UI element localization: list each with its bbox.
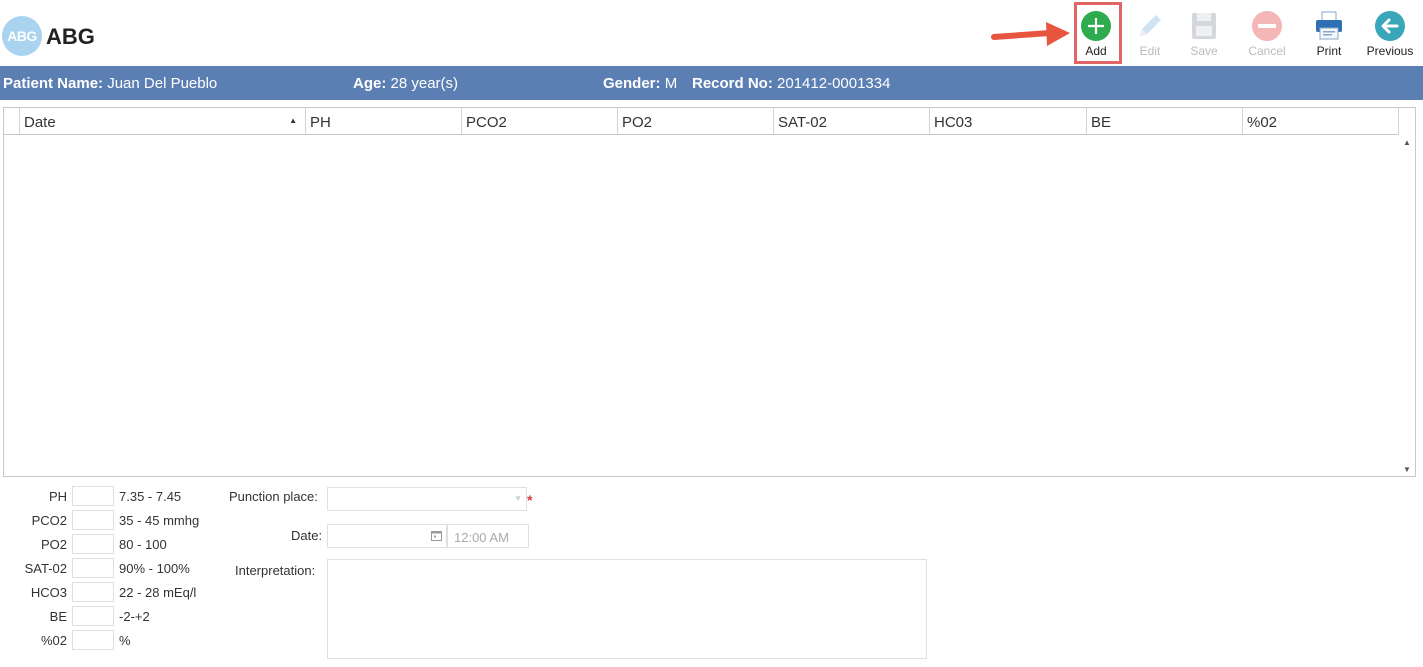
lab-label: %02 xyxy=(40,633,67,648)
required-indicator: * xyxy=(527,492,533,508)
lab-label: PO2 xyxy=(40,537,67,552)
lab-range: 90% - 100% xyxy=(119,561,190,576)
patient-record-value: 201412-0001334 xyxy=(777,75,891,92)
patient-name-label: Patient Name: xyxy=(3,75,104,92)
patient-name: Patient Name: Juan Del Pueblo xyxy=(3,75,217,92)
interpretation-textarea[interactable] xyxy=(327,559,927,659)
be-input[interactable] xyxy=(72,606,114,626)
patient-record: Record No: 201412-0001334 xyxy=(692,75,890,92)
patient-age-value: 28 year(s) xyxy=(390,75,459,92)
sat02-input[interactable] xyxy=(72,558,114,578)
row-selector-header xyxy=(4,108,20,134)
column-header-po2[interactable]: PO2 xyxy=(618,108,774,134)
save-label: Save xyxy=(1190,44,1218,58)
column-header-label: PCO2 xyxy=(466,114,507,131)
lab-range: 7.35 - 7.45 xyxy=(119,489,182,504)
o2-percent-input[interactable] xyxy=(72,630,114,650)
lab-label: PCO2 xyxy=(31,513,67,528)
punction-place-label: Punction place: xyxy=(229,489,318,504)
page-title: ABG xyxy=(46,24,95,49)
calendar-icon[interactable] xyxy=(431,530,442,541)
lab-label: BE xyxy=(49,609,67,624)
patient-record-label: Record No: xyxy=(692,75,773,92)
print-label: Print xyxy=(1316,44,1342,58)
add-button[interactable]: Add xyxy=(1066,8,1126,62)
ph-input[interactable] xyxy=(72,486,114,506)
patient-age-label: Age: xyxy=(353,75,387,92)
sort-ascending-icon: ▲ xyxy=(289,116,297,125)
cancel-button[interactable]: Cancel xyxy=(1237,8,1297,62)
pco2-input[interactable] xyxy=(72,510,114,530)
add-label: Add xyxy=(1085,44,1107,58)
patient-info-bar: Patient Name: Juan Del Pueblo Age: 28 ye… xyxy=(0,66,1423,100)
date-label: Date: xyxy=(291,528,323,543)
column-header-sat02[interactable]: SAT-02 xyxy=(774,108,930,134)
arrow-left-circle-icon xyxy=(1375,11,1405,41)
time-input[interactable]: 12:00 AM xyxy=(447,524,529,548)
lab-range: 35 - 45 mmhg xyxy=(119,513,200,528)
cancel-label: Cancel xyxy=(1248,44,1286,58)
column-header-o2-percent[interactable]: %02 xyxy=(1243,108,1399,134)
interpretation-label: Interpretation: xyxy=(235,563,316,578)
hco3-input[interactable] xyxy=(72,582,114,602)
edit-label: Edit xyxy=(1139,44,1161,58)
edit-button[interactable]: Edit xyxy=(1120,8,1180,62)
patient-name-value: Juan Del Pueblo xyxy=(107,75,218,92)
patient-gender-value: M xyxy=(664,75,678,92)
lab-range: -2-+2 xyxy=(119,609,150,624)
column-header-ph[interactable]: PH xyxy=(306,108,462,134)
grid-scrollbar[interactable]: ▲ ▼ xyxy=(1399,134,1415,476)
previous-button[interactable]: Previous xyxy=(1360,8,1420,62)
column-header-label: SAT-02 xyxy=(778,114,827,131)
column-header-be[interactable]: BE xyxy=(1087,108,1243,134)
pencil-icon xyxy=(1140,15,1161,36)
patient-age: Age: 28 year(s) xyxy=(353,75,458,92)
lab-label: PH xyxy=(48,489,67,504)
column-header-label: PH xyxy=(310,114,331,131)
scroll-down-icon[interactable]: ▼ xyxy=(1403,465,1411,474)
lab-range: % xyxy=(119,633,131,648)
lab-label: HCO3 xyxy=(30,585,67,600)
abg-results-grid[interactable]: Date ▲ PH PCO2 PO2 SAT-02 HC03 BE %02 ▲ … xyxy=(3,107,1416,477)
column-header-label: %02 xyxy=(1247,114,1278,131)
scroll-up-icon[interactable]: ▲ xyxy=(1403,138,1411,147)
save-button[interactable]: Save xyxy=(1174,8,1234,62)
arrow-annotation xyxy=(991,22,1070,46)
column-header-pco2[interactable]: PCO2 xyxy=(462,108,618,134)
column-header-label: PO2 xyxy=(622,114,653,131)
lab-range: 80 - 100 xyxy=(119,537,167,552)
column-header-label: HC03 xyxy=(934,114,973,131)
lab-range: 22 - 28 mEq/l xyxy=(119,585,197,600)
chevron-down-icon: ▼ xyxy=(514,494,522,503)
minus-circle-icon xyxy=(1252,11,1282,41)
column-header-label: BE xyxy=(1091,114,1112,131)
column-header-hc03[interactable]: HC03 xyxy=(930,108,1087,134)
app-logo: ABG xyxy=(2,16,42,56)
patient-gender: Gender: M xyxy=(603,75,677,92)
po2-input[interactable] xyxy=(72,534,114,554)
printer-icon xyxy=(1316,11,1342,40)
header: ABG ABG Add Edit Save Cancel Print Previ… xyxy=(0,0,1423,66)
lab-label: SAT-02 xyxy=(24,561,67,576)
date-input[interactable] xyxy=(327,524,447,548)
patient-gender-label: Gender: xyxy=(603,75,661,92)
column-header-date[interactable]: Date ▲ xyxy=(20,108,306,134)
plus-circle-icon xyxy=(1081,11,1111,41)
grid-header: Date ▲ PH PCO2 PO2 SAT-02 HC03 BE %02 xyxy=(4,108,1399,135)
column-header-label: Date xyxy=(24,114,56,131)
punction-place-select[interactable]: ▼ xyxy=(327,487,527,511)
floppy-icon xyxy=(1192,13,1216,39)
previous-label: Previous xyxy=(1366,44,1414,58)
print-button[interactable]: Print xyxy=(1299,8,1359,62)
